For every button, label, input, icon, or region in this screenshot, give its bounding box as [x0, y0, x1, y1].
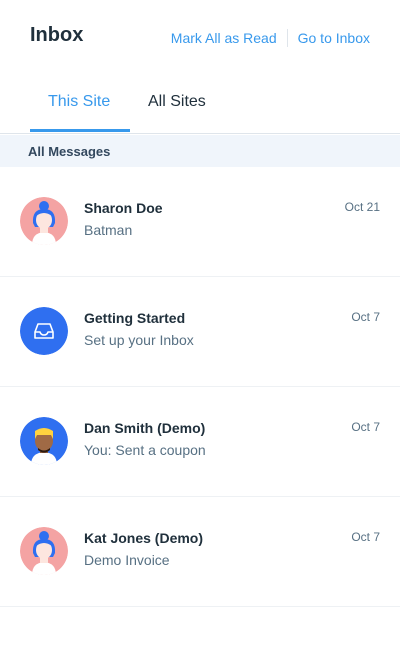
- link-divider: [286, 29, 288, 47]
- woman-avatar-icon: [20, 527, 68, 575]
- active-tab-indicator: [30, 129, 130, 132]
- list-item[interactable]: Dan Smith (Demo) You: Sent a coupon Oct …: [0, 387, 400, 497]
- man-avatar-icon: [20, 417, 68, 465]
- tab-bar: This Site All Sites: [0, 75, 400, 134]
- tab-all-sites[interactable]: All Sites: [148, 93, 206, 111]
- message-preview: You: Sent a coupon: [84, 442, 206, 458]
- message-list: Sharon Doe Batman Oct 21 Getting Started…: [0, 167, 400, 607]
- section-label: All Messages: [28, 144, 111, 159]
- woman-avatar-icon: [20, 197, 68, 245]
- message-date: Oct 7: [351, 420, 380, 434]
- message-date: Oct 21: [344, 200, 380, 214]
- sender-name: Kat Jones (Demo): [84, 530, 204, 546]
- message-preview: Set up your Inbox: [84, 332, 194, 348]
- page-title: Inbox: [30, 24, 84, 46]
- inbox-tray-icon: [20, 307, 68, 355]
- sender-name: Sharon Doe: [84, 200, 163, 216]
- list-item[interactable]: Sharon Doe Batman Oct 21: [0, 167, 400, 277]
- list-item[interactable]: Kat Jones (Demo) Demo Invoice Oct 7: [0, 497, 400, 607]
- tab-this-site[interactable]: This Site: [48, 93, 110, 111]
- message-preview: Batman: [84, 222, 133, 238]
- sender-name: Dan Smith (Demo): [84, 420, 206, 436]
- mark-all-read-link[interactable]: Mark All as Read: [171, 30, 277, 46]
- section-header: All Messages: [0, 135, 400, 167]
- go-to-inbox-link[interactable]: Go to Inbox: [298, 30, 370, 46]
- header-actions: Mark All as Read Go to Inbox: [171, 29, 370, 47]
- sender-name: Getting Started: [84, 310, 186, 326]
- message-preview: Demo Invoice: [84, 552, 170, 568]
- message-date: Oct 7: [351, 530, 380, 544]
- list-item[interactable]: Getting Started Set up your Inbox Oct 7: [0, 277, 400, 387]
- message-date: Oct 7: [351, 310, 380, 324]
- inbox-header: Inbox Mark All as Read Go to Inbox: [0, 0, 400, 75]
